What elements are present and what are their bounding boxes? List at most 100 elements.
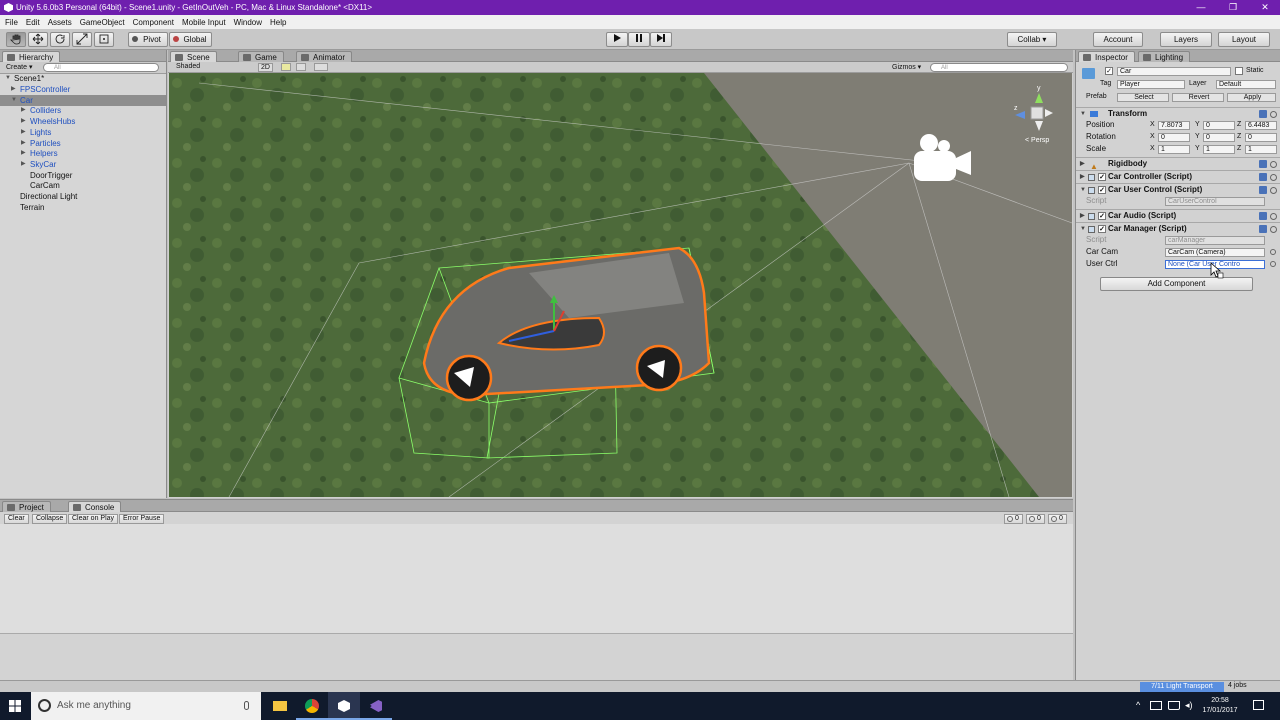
position-z-field[interactable]: 6.4483 — [1245, 121, 1277, 130]
hierarchy-item-helpers[interactable]: ▶ Helpers — [0, 148, 166, 159]
car-manager-header[interactable]: ▼ ✓ Car Manager (Script) — [1076, 222, 1280, 234]
lighting-toggle-icon[interactable] — [281, 63, 291, 71]
collapsed-triangle-icon[interactable]: ▶ — [21, 138, 26, 149]
tab-animator[interactable]: Animator — [296, 51, 353, 62]
collapsed-triangle-icon[interactable]: ▶ — [21, 116, 26, 127]
pause-button[interactable] — [628, 32, 650, 47]
network-icon[interactable] — [1150, 701, 1162, 710]
car-cam-field[interactable]: CarCam (Camera) — [1165, 248, 1265, 257]
rotate-tool-button[interactable] — [50, 32, 70, 47]
rotation-y-field[interactable]: 0 — [1203, 133, 1235, 142]
hierarchy-item-terrain[interactable]: Terrain — [0, 202, 166, 213]
2d-toggle[interactable]: 2D — [258, 63, 273, 72]
object-picker-icon[interactable] — [1270, 261, 1276, 267]
scene-viewport[interactable]: z y < Persp — [169, 73, 1072, 497]
windows-start-icon[interactable] — [9, 700, 21, 712]
global-toggle[interactable]: Global — [169, 32, 212, 47]
hierarchy-item-directional-light[interactable]: Directional Light — [0, 191, 166, 202]
menu-mobile-input[interactable]: Mobile Input — [179, 18, 229, 27]
clear-button[interactable]: Clear — [4, 514, 29, 524]
warning-count-toggle[interactable]: 0 — [1026, 514, 1045, 524]
layers-dropdown[interactable]: Layers — [1160, 32, 1212, 47]
layout-dropdown[interactable]: Layout — [1218, 32, 1270, 47]
show-hidden-icons-icon[interactable]: ^ — [1136, 700, 1140, 710]
car-controller-enabled-checkbox[interactable]: ✓ — [1098, 173, 1106, 181]
car-user-control-enabled-checkbox[interactable]: ✓ — [1098, 186, 1106, 194]
gear-icon[interactable] — [1270, 187, 1277, 194]
help-icon[interactable] — [1259, 173, 1267, 181]
hierarchy-item-particles[interactable]: ▶ Particles — [0, 138, 166, 149]
gear-icon[interactable] — [1270, 161, 1277, 168]
hierarchy-item-fpscontroller[interactable]: ▶ FPSController — [0, 84, 166, 95]
rotation-x-field[interactable]: 0 — [1158, 133, 1190, 142]
prefab-apply-button[interactable]: Apply — [1227, 93, 1276, 102]
unity-taskbar-button[interactable] — [328, 692, 360, 720]
hierarchy-item-doortrigger[interactable]: DoorTrigger — [0, 170, 166, 181]
rigidbody-header[interactable]: ▶ ▲ Rigidbody — [1076, 157, 1280, 171]
transform-header[interactable]: ▼ Transform — [1076, 107, 1280, 119]
help-icon[interactable] — [1259, 212, 1267, 220]
gear-icon[interactable] — [1270, 213, 1277, 220]
move-tool-button[interactable] — [28, 32, 48, 47]
hand-tool-button[interactable] — [6, 32, 26, 47]
tab-scene[interactable]: Scene — [170, 51, 217, 62]
action-center-icon[interactable] — [1253, 700, 1264, 710]
collapsed-triangle-icon[interactable]: ▶ — [11, 84, 16, 95]
prefab-select-button[interactable]: Select — [1117, 93, 1169, 102]
gear-icon[interactable] — [1270, 174, 1277, 181]
tab-lighting[interactable]: Lighting — [1138, 51, 1191, 62]
car-user-control-header[interactable]: ▼ ✓ Car User Control (Script) — [1076, 183, 1280, 195]
collapsed-triangle-icon[interactable]: ▶ — [21, 105, 26, 116]
clock-time[interactable]: 20:58 — [1202, 697, 1238, 704]
collapsed-triangle-icon[interactable]: ▶ — [21, 159, 26, 170]
scene-search-input[interactable]: All — [930, 63, 1068, 72]
gear-icon[interactable] — [1270, 226, 1277, 233]
tab-inspector[interactable]: Inspector — [1078, 51, 1135, 62]
create-dropdown[interactable]: Create ▾ — [6, 63, 32, 71]
error-count-toggle[interactable]: 0 — [1048, 514, 1067, 524]
menu-component[interactable]: Component — [130, 18, 177, 27]
hierarchy-item-skycar[interactable]: ▶ SkyCar — [0, 159, 166, 170]
position-x-field[interactable]: 7.8073 — [1158, 121, 1190, 130]
car-manager-enabled-checkbox[interactable]: ✓ — [1098, 225, 1106, 233]
console-log-area[interactable] — [0, 524, 1073, 634]
effects-toggle-icon[interactable] — [314, 63, 328, 71]
object-picker-icon[interactable] — [1270, 249, 1276, 255]
collapse-toggle[interactable]: Collapse — [32, 514, 68, 524]
scale-y-field[interactable]: 1 — [1203, 145, 1235, 154]
clock-date[interactable]: 17/01/2017 — [1196, 707, 1244, 714]
menu-edit[interactable]: Edit — [23, 18, 43, 27]
pivot-toggle[interactable]: Pivot — [128, 32, 168, 47]
prefab-revert-button[interactable]: Revert — [1172, 93, 1224, 102]
car-audio-enabled-checkbox[interactable]: ✓ — [1098, 212, 1106, 220]
rotation-z-field[interactable]: 0 — [1245, 133, 1277, 142]
play-button[interactable] — [606, 32, 628, 47]
collapsed-triangle-icon[interactable]: ▶ — [21, 148, 26, 159]
tag-dropdown[interactable]: Player — [1117, 80, 1185, 89]
menu-help[interactable]: Help — [267, 18, 289, 27]
help-icon[interactable] — [1259, 110, 1267, 118]
visual-studio-taskbar-button[interactable] — [360, 692, 392, 720]
car-controller-header[interactable]: ▶ ✓ Car Controller (Script) — [1076, 170, 1280, 182]
hierarchy-scene-root[interactable]: ▼ Scene1* — [0, 73, 166, 84]
static-checkbox[interactable] — [1235, 67, 1243, 75]
cortana-search-box[interactable]: Ask me anything — [31, 692, 261, 720]
gizmos-dropdown[interactable]: Gizmos ▾ — [892, 63, 921, 71]
menu-gameobject[interactable]: GameObject — [77, 18, 128, 27]
menu-window[interactable]: Window — [231, 18, 265, 27]
battery-icon[interactable] — [1168, 701, 1180, 710]
layer-dropdown[interactable]: Default — [1216, 80, 1276, 89]
perspective-label[interactable]: < Persp — [1025, 137, 1049, 144]
chrome-taskbar-button[interactable] — [296, 692, 328, 720]
scale-z-field[interactable]: 1 — [1245, 145, 1277, 154]
hierarchy-search-input[interactable]: All — [43, 63, 159, 72]
hierarchy-item-car[interactable]: ▼ Car — [0, 94, 166, 106]
add-component-button[interactable]: Add Component — [1100, 277, 1253, 291]
hierarchy-item-colliders[interactable]: ▶ Colliders — [0, 105, 166, 116]
help-icon[interactable] — [1259, 225, 1267, 233]
hierarchy-item-carcam[interactable]: CarCam — [0, 180, 166, 191]
car-audio-header[interactable]: ▶ ✓ Car Audio (Script) — [1076, 209, 1280, 221]
expanded-triangle-icon[interactable]: ▼ — [5, 73, 11, 84]
rect-tool-button[interactable] — [94, 32, 114, 47]
file-explorer-taskbar-button[interactable] — [264, 692, 296, 720]
